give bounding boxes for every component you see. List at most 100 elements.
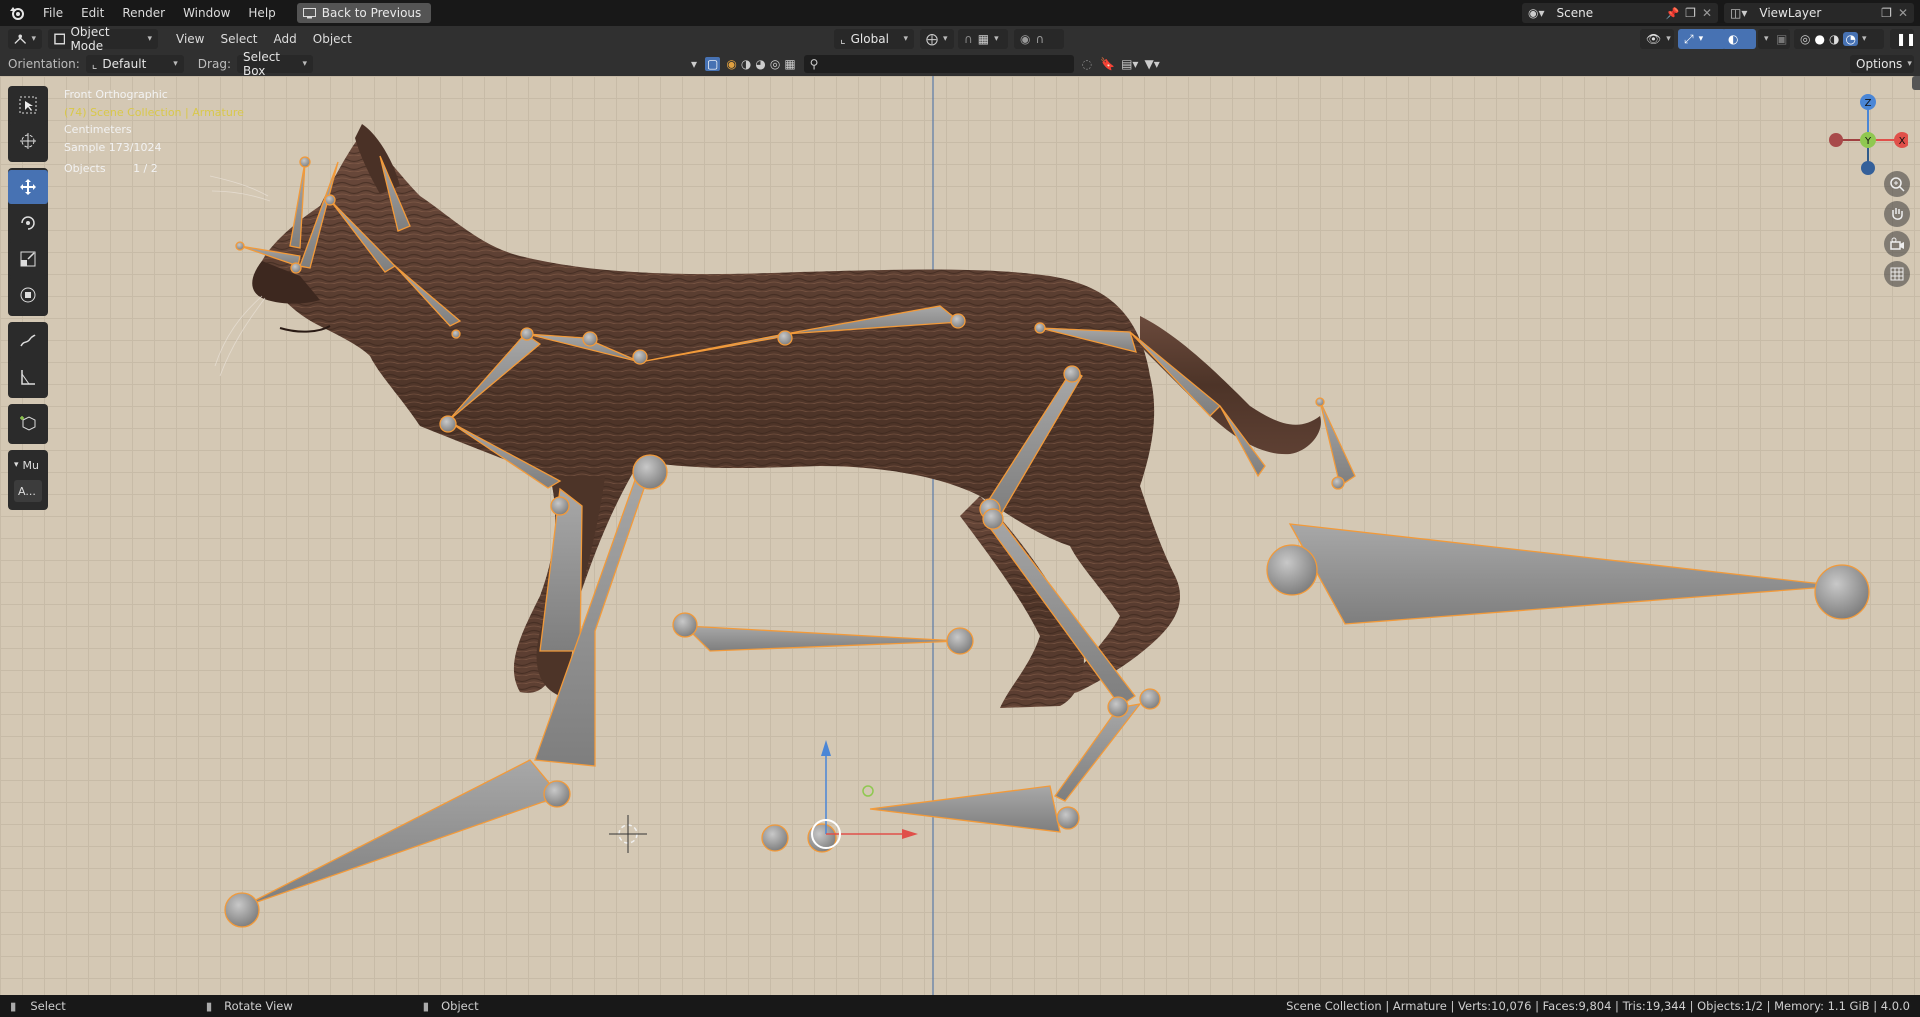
wireframe-shading-icon[interactable]: ◎: [1800, 32, 1810, 46]
select-box-icon[interactable]: [8, 88, 48, 122]
filter-toggle-icon[interactable]: ◌: [1082, 57, 1092, 71]
rotate-icon[interactable]: [8, 206, 48, 240]
gizmo-neg-z[interactable]: [1861, 161, 1875, 175]
gizmo-y-label: Y: [1864, 136, 1872, 147]
objects-label: Objects: [64, 162, 106, 175]
view-layer-selector[interactable]: ◫▾ ViewLayer ❐ ✕: [1724, 3, 1914, 23]
options-dropdown[interactable]: Options ▾: [1850, 55, 1914, 73]
scene-statistics: Scene Collection | Armature | Verts:10,0…: [1286, 999, 1910, 1013]
drag-dropdown[interactable]: Select Box ▾: [236, 50, 313, 78]
hand-icon[interactable]: [1884, 201, 1910, 227]
cursor-icon[interactable]: [8, 124, 48, 158]
view-layer-icon: ◫▾: [1730, 6, 1748, 20]
bookmark-icon[interactable]: 🔖: [1100, 57, 1115, 71]
mouse-middle-icon: ▮: [205, 999, 213, 1013]
transform-orientation-label: Global: [850, 32, 889, 46]
add-cube-icon[interactable]: [8, 406, 48, 440]
collapse-icon[interactable]: ▾: [691, 57, 697, 71]
orientation-dropdown[interactable]: ⌞ Default ▾: [85, 55, 184, 73]
mouse-right-icon: ▮: [422, 999, 430, 1013]
transform-orientation-dropdown[interactable]: ⌞ Global ▾: [834, 29, 914, 49]
gizmo-z-label: Z: [1865, 98, 1872, 109]
pause-render-button[interactable]: ❚❚: [1890, 29, 1916, 49]
mode-dropdown[interactable]: Object Mode ▾: [48, 25, 158, 53]
proportional-edit-icon: ◉: [1020, 32, 1031, 46]
measure-icon[interactable]: [8, 360, 48, 394]
close-scene-icon[interactable]: ✕: [1702, 6, 1712, 20]
3d-cursor[interactable]: [609, 815, 647, 853]
panel-tab-label: Mu: [22, 458, 39, 472]
select-box-filter-icon[interactable]: ▢: [705, 57, 721, 71]
world-filter-icon[interactable]: ◎: [770, 57, 780, 71]
funnel-icon[interactable]: ▼▾: [1144, 57, 1159, 71]
color-filter-icon[interactable]: ◉: [726, 57, 736, 71]
xray-toggle[interactable]: ▣: [1770, 29, 1790, 49]
top-menu-bar: File Edit Render Window Help Back to Pre…: [0, 0, 1920, 26]
pivot-icon: ⨁: [926, 32, 938, 46]
blender-logo-icon[interactable]: [0, 0, 34, 26]
overlays-icon: ◐: [1728, 32, 1739, 46]
left-toolbar: ▾ Mu A...: [8, 86, 48, 516]
xray-icon: ▣: [1776, 32, 1788, 46]
material-shading-icon[interactable]: ◑: [1829, 32, 1839, 46]
new-view-layer-icon[interactable]: ❐: [1881, 6, 1892, 20]
menu-file[interactable]: File: [34, 0, 72, 26]
overlays-toggle[interactable]: ◐: [1722, 29, 1756, 49]
solid-shading-icon[interactable]: ●: [1814, 32, 1824, 46]
rendered-shading-icon[interactable]: ◔: [1843, 32, 1858, 46]
shading-modes[interactable]: ◎ ● ◑ ◔ ▾: [1794, 29, 1884, 49]
menu-view[interactable]: View: [168, 32, 212, 46]
menu-edit[interactable]: Edit: [72, 0, 113, 26]
display-mode-icon[interactable]: ▤▾: [1121, 57, 1138, 71]
collapsed-panel: ▾ Mu A...: [8, 450, 48, 510]
camera-icon[interactable]: [1884, 231, 1910, 257]
search-input[interactable]: ⚲: [803, 55, 1074, 73]
view-layer-name: ViewLayer: [1759, 6, 1822, 20]
gizmo-x-label: X: [1899, 136, 1906, 147]
material-filter-icon[interactable]: ◕: [755, 57, 765, 71]
annotate-icon[interactable]: [8, 324, 48, 358]
wolf-mesh: [209, 124, 1321, 708]
menu-add[interactable]: Add: [266, 32, 305, 46]
pin-icon[interactable]: 📌: [1665, 7, 1679, 20]
new-scene-icon[interactable]: ❐: [1685, 6, 1696, 20]
status-object: Object: [441, 999, 479, 1013]
sidebar-toggle[interactable]: [1912, 76, 1920, 90]
transform-icon[interactable]: [8, 278, 48, 312]
scene-selector[interactable]: ◉▾ Scene 📌 ❐ ✕: [1522, 3, 1718, 23]
drag-value: Select Box: [242, 50, 281, 78]
sample-count: Sample 173/1024: [64, 140, 162, 154]
view-name: Front Orthographic: [64, 88, 168, 101]
3d-viewport[interactable]: Front Orthographic (74) Scene Collection…: [0, 76, 1920, 995]
viewport-header: ▾ Object Mode ▾ View Select Add Object ⌞…: [0, 25, 1920, 53]
back-to-previous-button[interactable]: Back to Previous: [296, 3, 432, 23]
visibility-dropdown[interactable]: 👁 ▾: [1640, 29, 1674, 49]
status-select: Select: [30, 999, 66, 1013]
orientation-label: Orientation:: [8, 57, 80, 71]
scene-icon: ◉▾: [1528, 6, 1545, 20]
snap-toggle[interactable]: ∩ ▦ ▾: [958, 29, 1008, 49]
panel-header[interactable]: ▾ Mu: [8, 454, 48, 476]
move-icon[interactable]: [8, 170, 48, 204]
menu-object[interactable]: Object: [305, 32, 360, 46]
scale-icon[interactable]: [8, 242, 48, 276]
scene-filter-icon[interactable]: ▦: [784, 57, 795, 71]
panel-button[interactable]: A...: [14, 480, 42, 502]
pivot-point-dropdown[interactable]: ⨁ ▾: [920, 29, 954, 49]
proportional-edit-toggle[interactable]: ◉ ∩: [1014, 29, 1064, 49]
navigation-gizmo[interactable]: Z X Y: [1828, 86, 1908, 176]
gizmo-toggle[interactable]: ⤢ ▾: [1678, 29, 1726, 49]
viewport-info-overlay: Front Orthographic (74) Scene Collection…: [64, 86, 244, 178]
collection-path: (74) Scene Collection | Armature: [64, 105, 244, 119]
close-view-layer-icon[interactable]: ✕: [1898, 6, 1908, 20]
gizmo-neg-x[interactable]: [1829, 133, 1843, 147]
object-mode-icon: [54, 33, 66, 45]
sphere-filter-icon[interactable]: ◑: [741, 57, 751, 71]
menu-select[interactable]: Select: [212, 32, 265, 46]
menu-window[interactable]: Window: [174, 0, 239, 26]
menu-render[interactable]: Render: [113, 0, 174, 26]
editor-type-button[interactable]: ▾: [8, 29, 42, 49]
menu-help[interactable]: Help: [239, 0, 284, 26]
grid-icon[interactable]: [1884, 261, 1910, 287]
zoom-icon[interactable]: [1884, 171, 1910, 197]
